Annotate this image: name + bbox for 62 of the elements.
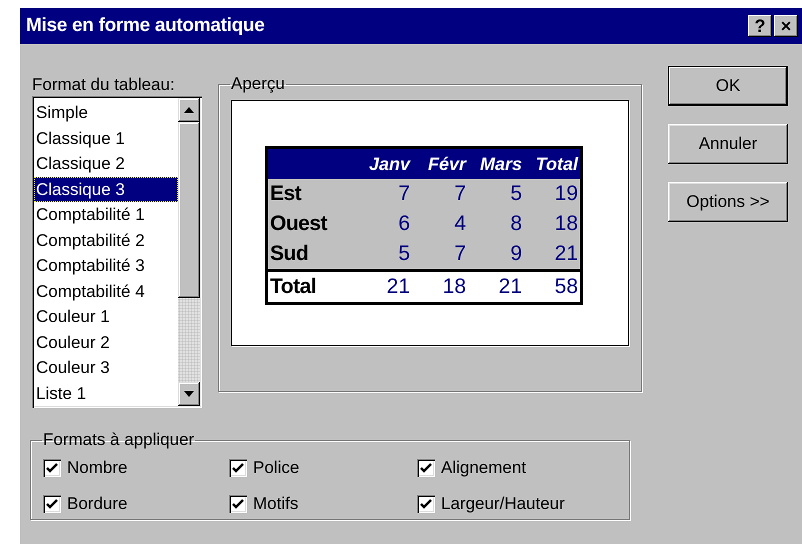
table-cell: 18 — [524, 208, 582, 238]
list-item[interactable]: Classique 2 — [34, 151, 178, 176]
list-item[interactable]: Classique 1 — [34, 126, 178, 151]
list-item[interactable]: Classique 3 — [34, 176, 178, 202]
checkbox-label[interactable]: Motifs — [253, 494, 298, 514]
scroll-up-icon[interactable] — [178, 98, 200, 122]
column-header: Mars — [468, 147, 524, 178]
column-header: Total — [524, 147, 582, 178]
group-title: Aperçu — [230, 74, 286, 94]
row-label: Total — [266, 270, 356, 303]
checkbox-label[interactable]: Alignement — [441, 458, 526, 478]
list-item[interactable]: Comptabilité 2 — [34, 228, 178, 253]
cancel-button[interactable]: Annuler — [668, 124, 788, 164]
scroll-down-icon[interactable] — [178, 382, 200, 406]
list-item[interactable]: Couleur 2 — [34, 330, 178, 355]
table-cell: 21 — [524, 238, 582, 270]
table-cell: 19 — [524, 178, 582, 208]
table-cell: 7 — [412, 178, 468, 208]
scrollbar[interactable] — [178, 98, 200, 406]
list-item[interactable]: Comptabilité 3 — [34, 253, 178, 278]
list-item[interactable]: Simple — [34, 100, 178, 126]
list-item[interactable]: Couleur 3 — [34, 355, 178, 380]
list-item[interactable]: Liste 1 — [34, 380, 178, 406]
help-button[interactable]: ? — [748, 15, 772, 37]
options-button[interactable]: Options >> — [668, 182, 788, 222]
table-cell: 7 — [356, 178, 412, 208]
table-cell: 5 — [356, 238, 412, 270]
list-label: Format du tableau: — [32, 74, 176, 96]
checkbox[interactable] — [229, 459, 247, 477]
table-cell: 8 — [468, 208, 524, 238]
checkbox[interactable] — [43, 459, 61, 477]
table-cell: 58 — [524, 270, 582, 303]
table-cell: 9 — [468, 238, 524, 270]
format-list[interactable]: Simple Classique 1 Classique 2 Classique 3 Comptabilité 1 Comptabilité 2 Comptabilité 3 Comptabilité 4 Couleur 1 Couleur 2 Couleur 3 Liste 1 — [32, 96, 202, 408]
table-cell: 6 — [356, 208, 412, 238]
table-cell: 4 — [412, 208, 468, 238]
checkbox[interactable] — [417, 495, 435, 513]
row-label: Ouest — [266, 208, 356, 238]
checkbox[interactable] — [229, 495, 247, 513]
checkbox[interactable] — [43, 495, 61, 513]
list-item[interactable]: Comptabilité 4 — [34, 278, 178, 304]
close-button[interactable]: × — [774, 15, 798, 37]
ok-button[interactable]: OK — [668, 66, 788, 106]
scroll-thumb[interactable] — [178, 122, 200, 298]
checkbox[interactable] — [417, 459, 435, 477]
row-label: Est — [266, 178, 356, 208]
table-cell: 18 — [412, 270, 468, 303]
table-cell: 21 — [468, 270, 524, 303]
checkbox-label[interactable]: Bordure — [67, 494, 128, 514]
list-item[interactable]: Couleur 1 — [34, 304, 178, 330]
list-item[interactable]: Comptabilité 1 — [34, 202, 178, 228]
table-cell: 7 — [412, 238, 468, 270]
column-header: Févr — [412, 147, 468, 178]
row-label: Sud — [266, 238, 356, 270]
group-title: Formats à appliquer — [42, 430, 196, 450]
table-cell: 5 — [468, 178, 524, 208]
checkbox-label[interactable]: Nombre — [67, 458, 128, 478]
checkbox-label[interactable]: Police — [253, 458, 300, 478]
checkbox-label[interactable]: Largeur/Hauteur — [441, 494, 565, 514]
column-header: Janv — [356, 147, 412, 178]
window-title: Mise en forme automatique — [26, 15, 266, 37]
table-cell: 21 — [356, 270, 412, 303]
